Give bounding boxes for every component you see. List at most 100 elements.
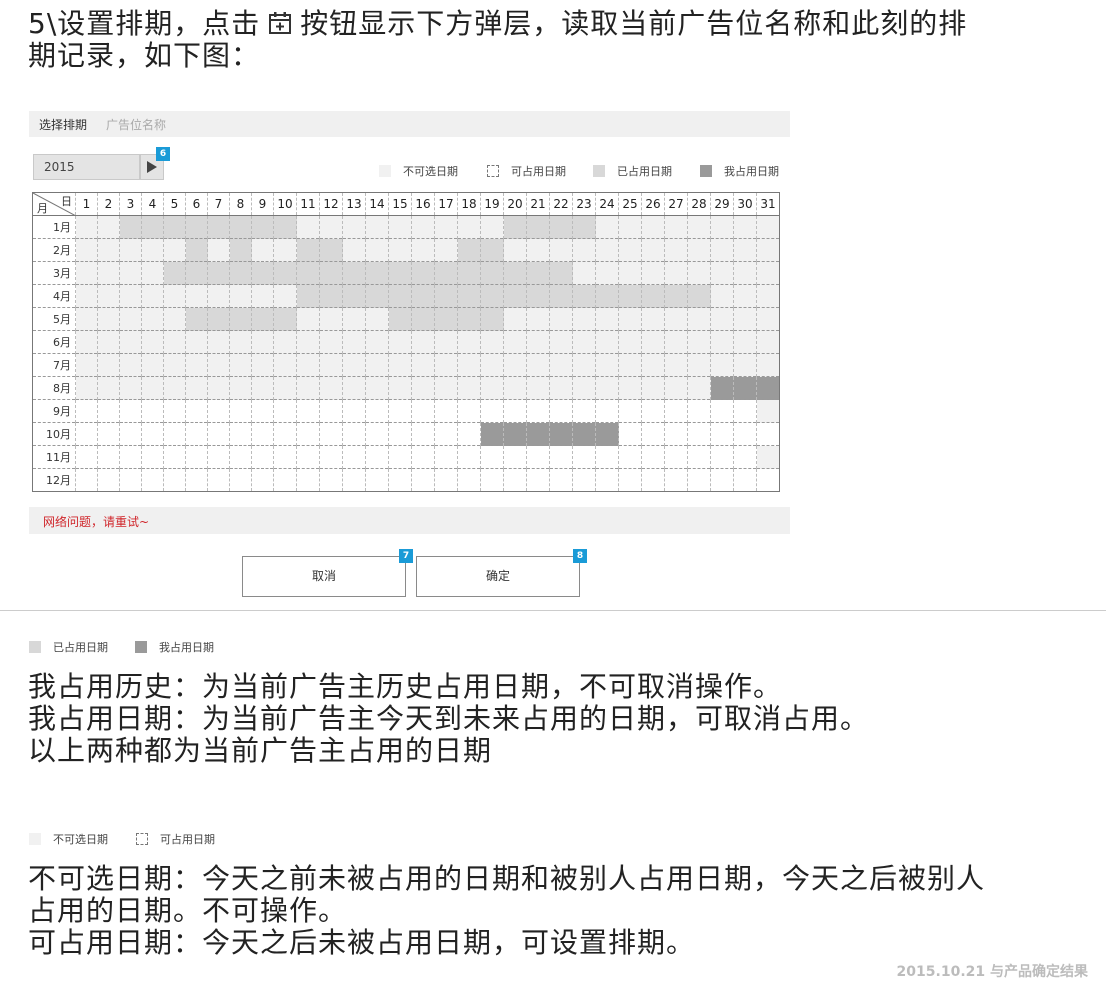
day-cell[interactable]	[549, 468, 573, 492]
day-cell[interactable]	[595, 422, 619, 446]
day-cell[interactable]	[549, 422, 573, 446]
day-cell[interactable]	[710, 445, 734, 469]
day-cell[interactable]	[141, 445, 164, 469]
day-cell[interactable]	[503, 399, 527, 423]
day-cell[interactable]	[641, 422, 665, 446]
day-cell[interactable]	[687, 422, 711, 446]
day-cell[interactable]	[411, 445, 435, 469]
day-cell[interactable]	[342, 468, 366, 492]
day-cell[interactable]	[664, 422, 688, 446]
day-cell[interactable]	[664, 445, 688, 469]
day-cell[interactable]	[457, 468, 481, 492]
day-cell[interactable]	[163, 399, 186, 423]
day-cell[interactable]	[618, 468, 642, 492]
day-cell[interactable]	[185, 445, 208, 469]
day-cell[interactable]	[119, 422, 142, 446]
day-cell[interactable]	[549, 445, 573, 469]
cancel-button[interactable]: 取消	[242, 556, 406, 597]
day-cell[interactable]	[733, 445, 757, 469]
day-cell[interactable]	[503, 468, 527, 492]
day-cell[interactable]	[97, 445, 120, 469]
day-cell[interactable]	[119, 445, 142, 469]
day-cell[interactable]	[273, 399, 297, 423]
day-cell[interactable]	[664, 399, 688, 423]
day-cell[interactable]	[526, 422, 550, 446]
confirm-button[interactable]: 确定	[416, 556, 580, 597]
day-cell[interactable]	[273, 422, 297, 446]
day-cell[interactable]	[733, 468, 757, 492]
day-cell[interactable]	[572, 445, 596, 469]
day-cell[interactable]	[756, 422, 780, 446]
day-cell[interactable]	[207, 468, 230, 492]
year-selector[interactable]: 2015	[33, 154, 140, 180]
day-cell[interactable]	[411, 422, 435, 446]
day-cell[interactable]	[251, 399, 274, 423]
day-cell[interactable]	[641, 468, 665, 492]
day-cell[interactable]	[163, 445, 186, 469]
day-cell[interactable]	[687, 399, 711, 423]
day-cell[interactable]	[251, 468, 274, 492]
day-cell[interactable]	[733, 376, 757, 400]
day-cell[interactable]	[756, 468, 780, 492]
day-cell[interactable]	[319, 399, 343, 423]
day-cell[interactable]	[97, 422, 120, 446]
day-cell[interactable]	[141, 422, 164, 446]
day-cell[interactable]	[365, 445, 389, 469]
day-cell[interactable]	[185, 399, 208, 423]
day-cell[interactable]	[119, 468, 142, 492]
day-cell[interactable]	[229, 422, 252, 446]
day-cell[interactable]	[733, 399, 757, 423]
day-cell[interactable]	[273, 445, 297, 469]
day-cell[interactable]	[388, 468, 412, 492]
day-cell[interactable]	[251, 445, 274, 469]
day-cell[interactable]	[434, 422, 458, 446]
day-cell[interactable]	[388, 445, 412, 469]
day-cell[interactable]	[572, 399, 596, 423]
day-cell[interactable]	[457, 422, 481, 446]
day-cell[interactable]	[141, 399, 164, 423]
day-cell[interactable]	[229, 468, 252, 492]
day-cell[interactable]	[185, 422, 208, 446]
day-cell[interactable]	[296, 422, 320, 446]
day-cell[interactable]	[229, 445, 252, 469]
day-cell[interactable]	[710, 399, 734, 423]
day-cell[interactable]	[365, 422, 389, 446]
day-cell[interactable]	[207, 445, 230, 469]
day-cell[interactable]	[75, 468, 98, 492]
day-cell[interactable]	[618, 399, 642, 423]
day-cell[interactable]	[296, 445, 320, 469]
day-cell[interactable]	[434, 399, 458, 423]
day-cell[interactable]	[319, 468, 343, 492]
day-cell[interactable]	[572, 422, 596, 446]
day-cell[interactable]	[75, 399, 98, 423]
day-cell[interactable]	[342, 399, 366, 423]
day-cell[interactable]	[207, 399, 230, 423]
day-cell[interactable]	[434, 468, 458, 492]
day-cell[interactable]	[710, 422, 734, 446]
day-cell[interactable]	[756, 376, 780, 400]
day-cell[interactable]	[411, 399, 435, 423]
day-cell[interactable]	[207, 422, 230, 446]
day-cell[interactable]	[641, 445, 665, 469]
day-cell[interactable]	[480, 468, 504, 492]
day-cell[interactable]	[618, 422, 642, 446]
day-cell[interactable]	[163, 422, 186, 446]
day-cell[interactable]	[457, 445, 481, 469]
day-cell[interactable]	[480, 422, 504, 446]
day-cell[interactable]	[97, 468, 120, 492]
day-cell[interactable]	[687, 445, 711, 469]
day-cell[interactable]	[342, 445, 366, 469]
day-cell[interactable]	[411, 468, 435, 492]
day-cell[interactable]	[641, 399, 665, 423]
day-cell[interactable]	[549, 399, 573, 423]
day-cell[interactable]	[503, 445, 527, 469]
day-cell[interactable]	[480, 399, 504, 423]
day-cell[interactable]	[733, 422, 757, 446]
day-cell[interactable]	[273, 468, 297, 492]
day-cell[interactable]	[618, 445, 642, 469]
day-cell[interactable]	[319, 445, 343, 469]
day-cell[interactable]	[572, 468, 596, 492]
day-cell[interactable]	[480, 445, 504, 469]
day-cell[interactable]	[710, 376, 734, 400]
day-cell[interactable]	[141, 468, 164, 492]
